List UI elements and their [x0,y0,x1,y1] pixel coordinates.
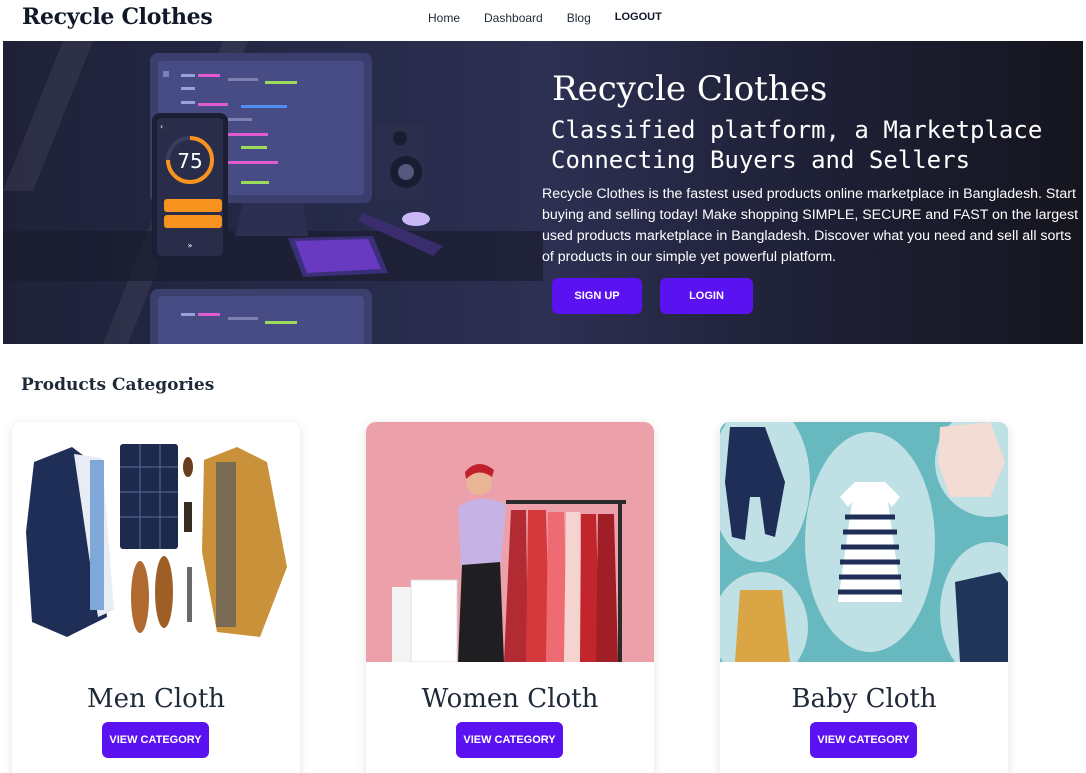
category-card-women: Women Cloth VIEW CATEGORY [366,422,654,773]
speaker-icon [375,123,425,201]
hero-subtitle-line-1: Classified platform, a Marketplace [551,116,1043,144]
category-title-men: Men Cloth [86,684,226,714]
svg-text:‹: ‹ [160,122,163,131]
view-category-men-button[interactable]: VIEW CATEGORY [102,722,209,758]
nav-dashboard-link[interactable]: Dashboard [484,11,543,25]
logout-button[interactable]: LOGOUT [615,11,662,25]
signup-button[interactable]: SIGN UP [552,278,642,314]
category-card-men: Men Cloth VIEW CATEGORY [12,422,300,773]
mouse-icon [402,212,430,226]
phone-score: 75 [177,149,202,173]
hero-banner: ‹ 75 » Recycle Clothes Classified platfo… [3,41,1083,344]
hero-illustration: ‹ 75 » [3,41,543,344]
nav-links: Home Dashboard Blog LOGOUT [428,11,662,25]
monitor-reflection-icon [150,289,372,344]
login-button[interactable]: LOGIN [660,278,753,314]
brand-logo[interactable]: Recycle Clothes [22,4,213,30]
hero-subtitle-line-2: Connecting Buyers and Sellers [551,146,971,174]
keyboard-icon [288,236,388,277]
men-clothing-image [12,422,300,662]
hero-description: Recycle Clothes is the fastest used prod… [542,186,1079,265]
category-card-baby: Baby Cloth VIEW CATEGORY [720,422,1008,773]
hero-title: Recycle Clothes [552,69,828,109]
categories-heading: Products Categories [21,375,215,395]
category-title-women: Women Cloth [421,684,599,714]
svg-text:»: » [188,241,193,250]
view-category-women-button[interactable]: VIEW CATEGORY [456,722,563,758]
phone-icon: ‹ 75 » [152,113,228,261]
hero-subtitle: Classified platform, a Marketplace Conne… [551,115,1081,175]
baby-clothing-image [720,422,1008,662]
nav-blog-link[interactable]: Blog [567,11,591,25]
top-navbar: Recycle Clothes Home Dashboard Blog LOGO… [0,0,1086,38]
category-title-baby: Baby Cloth [791,684,937,714]
view-category-baby-button[interactable]: VIEW CATEGORY [810,722,917,758]
women-clothing-image [366,422,654,662]
nav-home-link[interactable]: Home [428,11,460,25]
